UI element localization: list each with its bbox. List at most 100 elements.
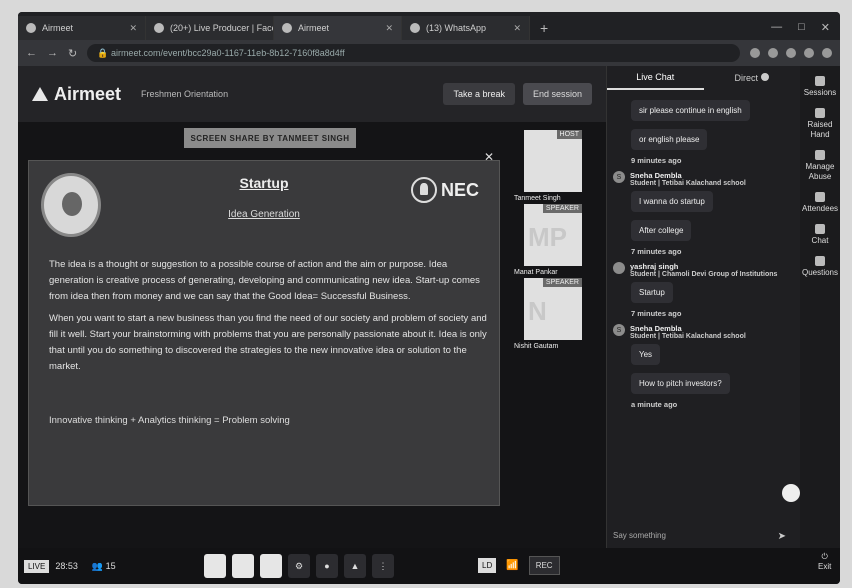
back-icon[interactable]: ← xyxy=(26,47,37,59)
slide-paragraph: When you want to start a new business th… xyxy=(49,313,487,372)
session-timer: 28:53 xyxy=(55,561,78,571)
send-icon[interactable]: ➤ xyxy=(778,531,786,542)
browser-tab-bar: Airmeet✕ (20+) Live Producer | Facebook✕… xyxy=(18,12,840,40)
extension-icon[interactable] xyxy=(786,48,796,58)
close-tab-icon[interactable]: ✕ xyxy=(385,23,393,34)
chat-bubble: I wanna do startup xyxy=(631,191,713,212)
airmeet-logo: Airmeet xyxy=(32,84,121,105)
exit-button[interactable]: ⏻ Exit xyxy=(818,552,831,571)
maximize-icon[interactable]: □ xyxy=(798,21,805,34)
avatar[interactable]: S xyxy=(613,171,625,183)
event-header: Airmeet Freshmen Orientation Take a brea… xyxy=(18,66,606,122)
slide-footer-line: Innovative thinking + Analytics thinking… xyxy=(49,415,290,426)
sender-org: Student | Chamoli Devi Group of Institut… xyxy=(630,271,778,278)
role-badge: SPEAKER xyxy=(542,278,582,287)
sender-name[interactable]: Sneha Dembla xyxy=(630,171,746,180)
sender-name[interactable]: Sneha Dembla xyxy=(630,324,746,333)
avatar[interactable]: S xyxy=(613,324,625,336)
question-icon xyxy=(815,256,825,266)
browser-tab-active[interactable]: Airmeet ✕ xyxy=(274,16,402,40)
present-icon[interactable]: ▲ xyxy=(344,554,366,578)
message-time: 7 minutes ago xyxy=(631,247,682,256)
facebook-favicon-icon xyxy=(154,23,164,33)
screen-share-button[interactable] xyxy=(260,554,282,578)
tab-live-chat[interactable]: Live Chat xyxy=(607,66,704,90)
close-window-icon[interactable]: ✕ xyxy=(821,21,830,34)
sidebar-item-raised-hand[interactable]: Raised Hand xyxy=(800,108,840,140)
people-icon: 👥 xyxy=(91,560,106,571)
tab-direct[interactable]: Direct xyxy=(704,67,801,89)
minimize-icon[interactable]: — xyxy=(771,21,782,34)
forward-icon[interactable]: → xyxy=(47,47,58,59)
speaker-initials: MP xyxy=(528,222,567,252)
url-field[interactable]: 🔒 airmeet.com/event/bcc29a0-1167-11eb-8b… xyxy=(87,44,740,62)
slide-title: Startup xyxy=(239,175,289,191)
sender-name[interactable]: yashraj singh xyxy=(630,262,777,271)
browser-tab[interactable]: (20+) Live Producer | Facebook✕ xyxy=(146,16,274,40)
extension-icon[interactable] xyxy=(750,48,760,58)
extensions xyxy=(750,48,832,58)
whatsapp-favicon-icon xyxy=(410,23,420,33)
chat-bubble: Startup xyxy=(631,282,673,303)
record-button[interactable]: REC xyxy=(528,556,560,575)
broadcast-icon[interactable]: 📶 xyxy=(506,560,518,571)
mic-button[interactable] xyxy=(204,554,226,578)
chat-messages: sir please continue in english or englis… xyxy=(607,90,800,409)
shield-icon xyxy=(815,150,825,160)
speaker-name: Manat Pankar xyxy=(514,269,558,276)
camera-button[interactable] xyxy=(232,554,254,578)
screen-share-banner: SCREEN SHARE BY TANMEET SINGH xyxy=(184,128,356,148)
more-options-icon[interactable]: ⋮ xyxy=(372,554,394,578)
end-session-button[interactable]: End session xyxy=(522,83,592,105)
menu-dots-icon[interactable] xyxy=(822,48,832,58)
bottom-bar: LIVE 28:53 👥 15 ⚙ ● ▲ ⋮ LD 📶 REC ⏻ Exit xyxy=(18,548,840,584)
bookmark-star-icon[interactable] xyxy=(768,48,778,58)
quality-selector[interactable]: LD xyxy=(478,558,497,573)
speaker-tile[interactable]: SPEAKER MP Manat Pankar xyxy=(514,204,582,276)
side-menu: Sessions Raised Hand Manage Abuse Attend… xyxy=(800,66,840,548)
speaker-name: Tanmeet Singh xyxy=(514,195,561,202)
record-icon[interactable]: ● xyxy=(316,554,338,578)
sidebar-item-attendees[interactable]: Attendees xyxy=(800,192,840,214)
avatar[interactable] xyxy=(613,262,625,274)
message-time: 7 minutes ago xyxy=(631,309,682,318)
speaker-tile[interactable]: HOST Tanmeet Singh xyxy=(514,130,582,202)
chat-bubble: How to pitch investors? xyxy=(631,373,730,394)
airmeet-favicon-icon xyxy=(282,23,292,33)
sender-org: Student | Tetibai Kalachand school xyxy=(630,180,746,187)
media-controls: ⚙ ● ▲ ⋮ xyxy=(204,554,394,578)
browser-tab[interactable]: (13) WhatsApp ✕ xyxy=(402,16,530,40)
screen: Airmeet✕ (20+) Live Producer | Facebook✕… xyxy=(18,12,840,584)
profile-avatar-icon[interactable] xyxy=(804,48,814,58)
sidebar-item-questions[interactable]: Questions xyxy=(800,256,840,278)
sidebar-item-manage-abuse[interactable]: Manage Abuse xyxy=(800,150,840,182)
people-icon xyxy=(815,192,825,202)
live-badge: LIVE xyxy=(24,559,50,573)
lock-icon: 🔒 xyxy=(97,47,111,58)
speaker-initials: N xyxy=(528,296,547,326)
speaker-name: Nishit Gautam xyxy=(514,343,559,350)
speaker-tile[interactable]: SPEAKER N Nishit Gautam xyxy=(514,278,582,350)
chat-sender: yashraj singh Student | Chamoli Devi Grou… xyxy=(613,262,794,278)
chat-input[interactable]: Say something xyxy=(613,531,783,540)
settings-icon[interactable]: ⚙ xyxy=(288,554,310,578)
browser-tab[interactable]: Airmeet ✕ xyxy=(18,16,146,40)
message-time: a minute ago xyxy=(631,400,678,409)
take-break-button[interactable]: Take a break xyxy=(443,83,515,105)
reload-icon[interactable]: ↻ xyxy=(68,47,77,60)
chat-scroll-button[interactable] xyxy=(782,484,800,502)
slide-paragraph: The idea is a thought or suggestion to a… xyxy=(49,259,480,302)
viewer-count: 👥 15 xyxy=(91,560,116,571)
role-badge: HOST xyxy=(556,130,582,139)
chat-bubble: sir please continue in english xyxy=(631,100,750,121)
event-name: Freshmen Orientation xyxy=(141,89,229,99)
chat-sender: S Sneha Dembla Student | Tetibai Kalachan… xyxy=(613,324,794,340)
new-tab-icon[interactable]: + xyxy=(530,20,558,40)
sidebar-item-chat[interactable]: Chat xyxy=(800,224,840,246)
close-tab-icon[interactable]: ✕ xyxy=(513,23,521,34)
sidebar-item-sessions[interactable]: Sessions xyxy=(800,76,840,98)
role-badge: SPEAKER xyxy=(542,204,582,213)
slide-subtitle: Idea Generation xyxy=(228,209,300,220)
close-tab-icon[interactable]: ✕ xyxy=(129,23,137,34)
message-time: 9 minutes ago xyxy=(631,156,682,165)
